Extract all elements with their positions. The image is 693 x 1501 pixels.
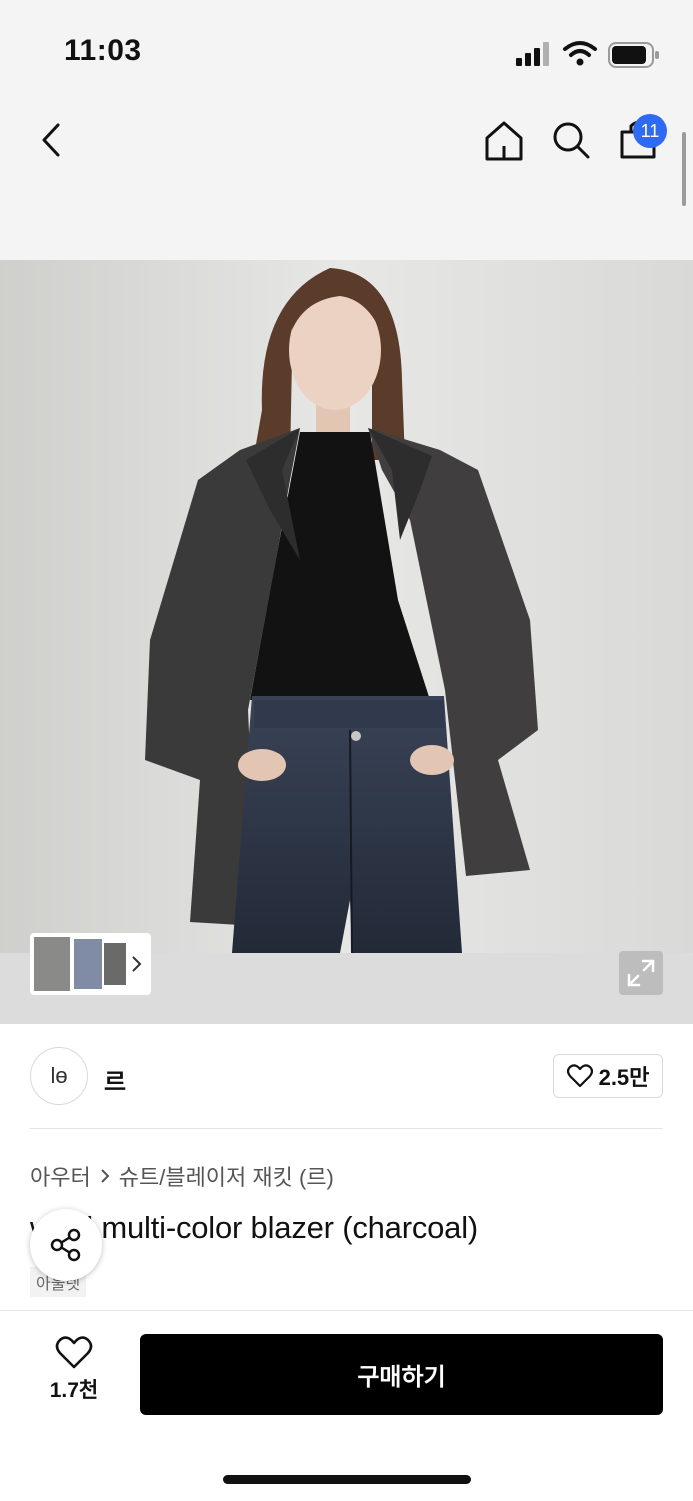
brand-like-button[interactable]: 2.5만 <box>553 1054 663 1098</box>
breadcrumb-category[interactable]: 아우터 <box>30 1160 91 1192</box>
thumbnail-2[interactable] <box>74 939 102 989</box>
heart-icon <box>55 1336 93 1369</box>
product-image[interactable] <box>0 260 693 1024</box>
brand-name[interactable]: 르 <box>104 1062 126 1097</box>
heart-icon <box>566 1064 593 1088</box>
brand-logo[interactable]: lө <box>30 1047 88 1105</box>
share-icon <box>50 1228 81 1262</box>
expand-image-button[interactable] <box>619 951 663 995</box>
wifi-icon <box>563 41 597 66</box>
thumbnail-1[interactable] <box>34 937 70 991</box>
wishlist-count: 1.7천 <box>49 1379 99 1402</box>
home-icon[interactable] <box>484 120 524 162</box>
wishlist-button[interactable]: 1.7천 <box>38 1336 110 1404</box>
home-indicator[interactable] <box>223 1475 471 1484</box>
battery-icon <box>608 42 659 68</box>
cart-count-badge: 11 <box>633 114 667 148</box>
chevron-right-icon <box>132 956 142 972</box>
breadcrumb: 아우터 슈트/블레이저 재킷 (르) <box>30 1160 334 1192</box>
back-arrow-icon[interactable] <box>38 122 68 158</box>
thumbnail-3[interactable] <box>104 943 126 985</box>
image-thumbnails[interactable] <box>30 933 151 995</box>
status-time: 11:03 <box>64 34 142 67</box>
scrollbar[interactable] <box>682 132 686 206</box>
buy-button[interactable]: 구매하기 <box>140 1334 663 1415</box>
chevron-right-icon <box>101 1169 110 1183</box>
share-button[interactable] <box>30 1209 102 1281</box>
model-photo <box>0 260 693 1024</box>
expand-icon <box>627 959 655 987</box>
cellular-signal-icon <box>516 42 549 66</box>
brand-like-count: 2.5만 <box>598 1065 650 1090</box>
breadcrumb-subcategory[interactable]: 슈트/블레이저 재킷 (르) <box>119 1160 334 1192</box>
search-icon[interactable] <box>551 120 591 160</box>
status-bar: 11:03 <box>0 0 693 100</box>
divider <box>30 1128 663 1129</box>
